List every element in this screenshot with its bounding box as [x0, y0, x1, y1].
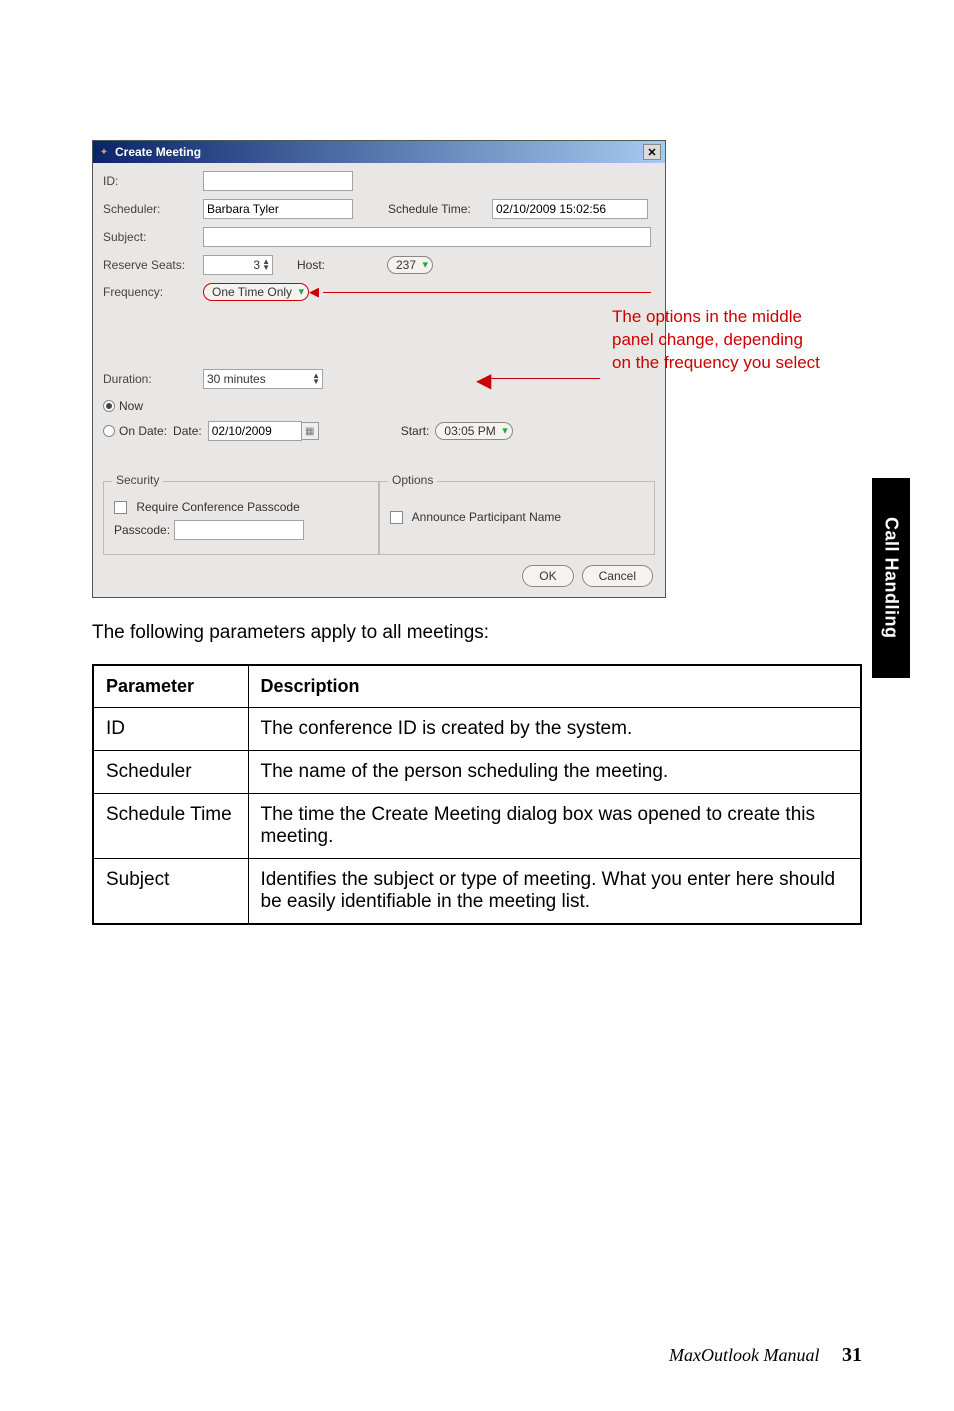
reserve-seats-value: 3 — [253, 258, 260, 272]
spinner-arrows-icon: ▲▼ — [262, 259, 270, 271]
host-select[interactable]: 237 — [387, 256, 433, 274]
annotation-text: The options in the middle panel change, … — [612, 306, 822, 375]
start-label: Start: — [401, 424, 430, 438]
on-date-label: On Date: — [119, 424, 167, 438]
subject-input[interactable] — [203, 227, 651, 247]
reserve-seats-label: Reserve Seats: — [103, 258, 203, 272]
reserve-seats-stepper[interactable]: 3 ▲▼ — [203, 255, 273, 275]
frequency-label: Frequency: — [103, 285, 203, 299]
dialog-titlebar: ✦ Create Meeting ✕ — [93, 141, 665, 163]
header-description: Description — [248, 665, 861, 708]
page-footer: MaxOutlook Manual 31 — [669, 1344, 862, 1367]
schedule-time-input[interactable] — [492, 199, 648, 219]
ok-button[interactable]: OK — [522, 565, 573, 587]
table-row: Scheduler The name of the person schedul… — [93, 751, 861, 794]
desc-cell: The conference ID is created by the syst… — [248, 708, 861, 751]
table-row: Subject Identifies the subject or type o… — [93, 859, 861, 925]
security-group: Security Require Conference Passcode Pas… — [103, 481, 379, 555]
desc-cell: The time the Create Meeting dialog box w… — [248, 794, 861, 859]
schedule-time-label: Schedule Time: — [388, 202, 492, 216]
close-button[interactable]: ✕ — [643, 144, 661, 160]
dialog-title: Create Meeting — [115, 145, 201, 159]
duration-value: 30 minutes — [207, 372, 266, 386]
intro-paragraph: The following parameters apply to all me… — [92, 622, 862, 644]
frequency-select[interactable]: One Time Only — [203, 283, 309, 301]
desc-cell: Identifies the subject or type of meetin… — [248, 859, 861, 925]
require-passcode-label: Require Conference Passcode — [136, 500, 299, 514]
scheduler-label: Scheduler: — [103, 202, 203, 216]
announce-name-label: Announce Participant Name — [412, 510, 561, 524]
host-label: Host: — [297, 258, 387, 272]
duration-spinner-icon: ▲▼ — [312, 373, 320, 385]
annotation-line — [323, 292, 651, 293]
book-title: MaxOutlook Manual — [669, 1345, 819, 1365]
parameters-table: Parameter Description ID The conference … — [92, 664, 862, 925]
date-input[interactable] — [208, 421, 302, 441]
annotation-arrow2-icon: ◀ — [476, 368, 491, 393]
passcode-input[interactable] — [174, 520, 304, 540]
page-number: 31 — [842, 1344, 862, 1366]
create-meeting-dialog: ✦ Create Meeting ✕ ID: Scheduler: Schedu… — [92, 140, 666, 598]
param-cell: Schedule Time — [93, 794, 248, 859]
id-label: ID: — [103, 174, 203, 188]
security-legend: Security — [112, 473, 163, 487]
on-date-radio[interactable] — [103, 425, 115, 437]
now-label: Now — [119, 399, 143, 413]
table-row: ID The conference ID is created by the s… — [93, 708, 861, 751]
app-icon: ✦ — [97, 145, 111, 159]
annotation-arrow-icon: ◀ — [309, 284, 319, 300]
param-cell: ID — [93, 708, 248, 751]
passcode-label: Passcode: — [114, 523, 170, 537]
require-passcode-checkbox[interactable] — [114, 501, 127, 514]
desc-cell: The name of the person scheduling the me… — [248, 751, 861, 794]
dialog-body: ID: Scheduler: Schedule Time: Subject: R… — [93, 163, 665, 597]
start-value: 03:05 PM — [444, 424, 495, 438]
table-header-row: Parameter Description — [93, 665, 861, 708]
param-cell: Scheduler — [93, 751, 248, 794]
cancel-button[interactable]: Cancel — [582, 565, 653, 587]
param-cell: Subject — [93, 859, 248, 925]
calendar-icon[interactable]: ▦ — [301, 422, 319, 440]
annotation-line2 — [490, 378, 600, 379]
announce-name-checkbox[interactable] — [390, 511, 403, 524]
start-select[interactable]: 03:05 PM — [435, 422, 512, 440]
frequency-value: One Time Only — [212, 285, 292, 299]
id-input[interactable] — [203, 171, 353, 191]
header-parameter: Parameter — [93, 665, 248, 708]
table-row: Schedule Time The time the Create Meetin… — [93, 794, 861, 859]
options-group: Options Announce Participant Name — [379, 481, 655, 555]
options-legend: Options — [388, 473, 437, 487]
section-tab-label: Call Handling — [881, 517, 902, 639]
now-radio[interactable] — [103, 400, 115, 412]
date-label: Date: — [173, 424, 202, 438]
section-tab: Call Handling — [872, 478, 910, 678]
subject-label: Subject: — [103, 230, 203, 244]
scheduler-input[interactable] — [203, 199, 353, 219]
duration-label: Duration: — [103, 372, 203, 386]
host-value: 237 — [396, 258, 416, 272]
duration-select[interactable]: 30 minutes ▲▼ — [203, 369, 323, 389]
